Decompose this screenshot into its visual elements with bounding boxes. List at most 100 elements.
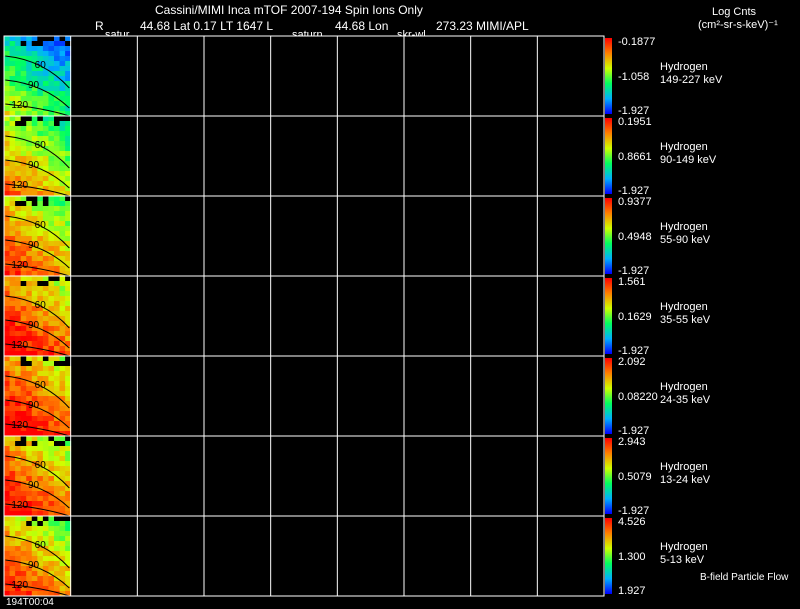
heatmap-cell (9, 411, 16, 417)
heatmap-cell (15, 206, 22, 212)
heatmap-cell (42, 281, 49, 287)
panel-7: 60 90120 (3, 515, 612, 597)
heatmap-cell (9, 481, 16, 487)
heatmap-cell (15, 91, 22, 97)
heatmap-cell (4, 41, 10, 47)
heatmap-cell (4, 326, 10, 332)
heatmap-cell (59, 166, 66, 172)
heatmap-cell (9, 166, 16, 172)
heatmap-cell (54, 386, 60, 392)
heatmap-cell (4, 176, 10, 182)
energy-label: 5-13 keV (660, 554, 705, 566)
heatmap-cell (42, 496, 49, 502)
heatmap-cell (31, 256, 38, 262)
heatmap-cell (59, 551, 66, 557)
heatmap-cell (26, 121, 33, 127)
heatmap-cell (59, 456, 66, 462)
heatmap-cell (54, 166, 60, 172)
heatmap-cell (59, 391, 66, 397)
heatmap-cell (26, 276, 33, 282)
heatmap-cell (4, 516, 10, 522)
heatmap-cell (48, 36, 55, 42)
heatmap-cell (15, 451, 22, 457)
heatmap-cell (48, 496, 55, 502)
heatmap-cell (20, 281, 27, 287)
heatmap-cell (4, 186, 10, 192)
heatmap-cell (37, 501, 44, 507)
heatmap-cell (59, 331, 66, 337)
heatmap-cell (54, 141, 60, 147)
heatmap-cell (31, 116, 38, 122)
heatmap-cell (37, 441, 44, 447)
heatmap-cell (15, 331, 22, 337)
heatmap-cell (37, 231, 44, 237)
heatmap-cell (59, 306, 66, 312)
heatmap-cell (54, 131, 60, 137)
contour-label: 120 (11, 100, 28, 111)
heatmap-cell (37, 521, 44, 527)
heatmap-cell (59, 116, 66, 122)
heatmap-cell (42, 286, 49, 292)
heatmap-cell (20, 166, 27, 172)
heatmap-cell (4, 391, 10, 397)
heatmap-cell (15, 51, 22, 57)
contour-label: 60 (35, 540, 47, 551)
heatmap-cell (42, 321, 49, 327)
heatmap-cell (37, 361, 44, 367)
heatmap-cell (59, 491, 66, 497)
heatmap-cell (42, 501, 49, 507)
heatmap-cell (48, 406, 55, 412)
heatmap-cell (15, 521, 22, 527)
heatmap-cell (15, 316, 22, 322)
heatmap-cell (15, 61, 22, 67)
heatmap-cell (37, 276, 44, 282)
heatmap-cell (42, 311, 49, 317)
heatmap-cell (4, 541, 10, 547)
contour-label: 60 (35, 220, 47, 231)
heatmap-cell (59, 126, 66, 132)
heatmap-cell (48, 566, 55, 572)
heatmap-cell (48, 136, 55, 142)
heatmap-cell (48, 261, 55, 267)
heatmap-cell (9, 151, 16, 157)
heatmap-cell (4, 66, 10, 72)
heatmap-cell (20, 546, 27, 552)
heatmap-cell (15, 301, 22, 307)
heatmap-cell (26, 531, 33, 537)
heatmap-cell (31, 366, 38, 372)
heatmap-cell (9, 246, 16, 252)
heatmap-cell (15, 486, 22, 492)
energy-label: 90-149 keV (660, 154, 717, 166)
heatmap-cell (20, 406, 27, 412)
heatmap-cell (42, 291, 49, 297)
heatmap-cell (20, 171, 27, 177)
heatmap-cell (42, 371, 49, 377)
heatmap-cell (54, 506, 60, 512)
heatmap-cell (59, 291, 66, 297)
heatmap-cell (4, 116, 10, 122)
heatmap-cell (9, 446, 16, 452)
heatmap-cell (9, 366, 16, 372)
heatmap-cell (54, 106, 60, 112)
heatmap-cell (15, 311, 22, 317)
heatmap-cell (59, 131, 66, 137)
heatmap-cell (4, 86, 10, 92)
heatmap-cell (54, 266, 60, 272)
heatmap-cell (48, 361, 55, 367)
heatmap-cell (20, 156, 27, 162)
heatmap-cell (4, 361, 10, 367)
heatmap-cell (54, 456, 60, 462)
heatmap-cell (26, 526, 33, 532)
heatmap-cell (15, 126, 22, 132)
heatmap-cell (31, 491, 38, 497)
heatmap-cell (54, 91, 60, 97)
heatmap-cell (48, 46, 55, 52)
heatmap-cell (20, 396, 27, 402)
heatmap-cell (4, 71, 10, 77)
heatmap-cell (20, 231, 27, 237)
heatmap-cell (20, 286, 27, 292)
heatmap-cell (31, 181, 38, 187)
heatmap-cell (26, 201, 33, 207)
heatmap-cell (59, 226, 66, 232)
heatmap-cell (54, 46, 60, 52)
